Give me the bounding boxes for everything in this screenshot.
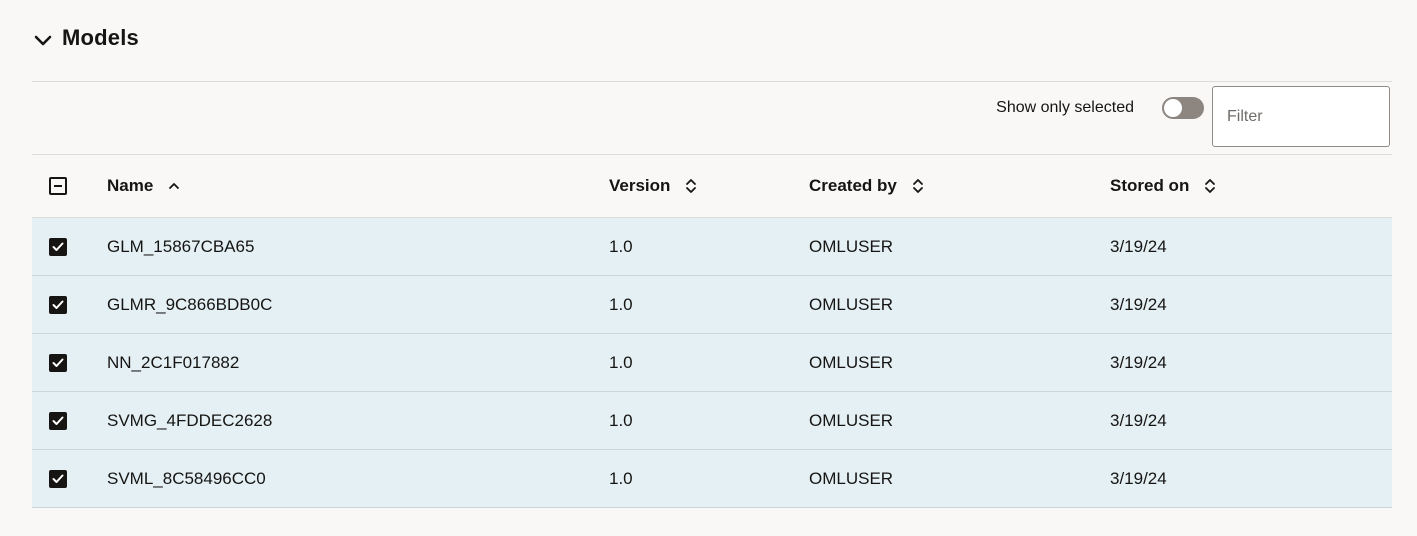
filter-input[interactable] [1212,86,1390,147]
chevron-up-icon [167,176,181,196]
models-table: Name Version Created by Stored on GLM_15… [32,155,1392,508]
sort-up-down-icon [1203,176,1217,196]
sort-up-down-icon [911,176,925,196]
table-row[interactable]: NN_2C1F017882 1.0 OMLUSER 3/19/24 [32,334,1392,392]
cell-version: 1.0 [609,352,633,372]
table-toolbar: Show only selected [32,82,1392,154]
column-header-version[interactable]: Version [609,155,698,217]
row-checkbox[interactable] [49,412,67,430]
table-row[interactable]: SVML_8C58496CC0 1.0 OMLUSER 3/19/24 [32,450,1392,508]
column-header-label: Version [609,176,671,195]
models-panel: Models Show only selected Name V [0,0,1417,536]
checkbox-partial-icon [54,185,62,187]
cell-name: SVMG_4FDDEC2628 [107,410,273,430]
cell-version: 1.0 [609,468,633,488]
chevron-down-icon [32,30,54,52]
table-row[interactable]: GLM_15867CBA65 1.0 OMLUSER 3/19/24 [32,218,1392,276]
checkbox-checked-icon [52,416,64,425]
cell-name: SVML_8C58496CC0 [107,468,266,488]
cell-created-by: OMLUSER [809,410,894,430]
toggle-knob [1164,99,1182,117]
cell-created-by: OMLUSER [809,294,894,314]
column-header-label: Stored on [1110,176,1190,195]
cell-name: GLMR_9C866BDB0C [107,294,273,314]
table-row[interactable]: SVMG_4FDDEC2628 1.0 OMLUSER 3/19/24 [32,392,1392,450]
cell-stored-on: 3/19/24 [1110,294,1167,314]
row-checkbox[interactable] [49,238,67,256]
table-header-row: Name Version Created by Stored on [32,155,1392,218]
show-only-selected-label: Show only selected [996,99,1134,116]
cell-name: GLM_15867CBA65 [107,236,255,256]
checkbox-checked-icon [52,242,64,251]
checkbox-checked-icon [52,300,64,309]
cell-stored-on: 3/19/24 [1110,236,1167,256]
column-header-created-by[interactable]: Created by [809,155,925,217]
cell-name: NN_2C1F017882 [107,352,240,372]
column-header-label: Name [107,176,154,195]
section-title: Models [62,25,139,50]
cell-stored-on: 3/19/24 [1110,468,1167,488]
show-only-selected-toggle[interactable] [1162,97,1204,119]
sort-up-down-icon [684,176,698,196]
cell-version: 1.0 [609,410,633,430]
column-header-label: Created by [809,176,897,195]
cell-stored-on: 3/19/24 [1110,410,1167,430]
cell-created-by: OMLUSER [809,352,894,372]
cell-version: 1.0 [609,294,633,314]
cell-stored-on: 3/19/24 [1110,352,1167,372]
row-checkbox[interactable] [49,354,67,372]
models-section-toggle[interactable]: Models [32,22,139,54]
cell-created-by: OMLUSER [809,236,894,256]
row-checkbox[interactable] [49,470,67,488]
column-header-stored-on[interactable]: Stored on [1110,155,1217,217]
cell-version: 1.0 [609,236,633,256]
column-header-name[interactable]: Name [107,155,181,217]
cell-created-by: OMLUSER [809,468,894,488]
select-all-checkbox[interactable] [49,177,67,195]
checkbox-checked-icon [52,474,64,483]
row-checkbox[interactable] [49,296,67,314]
checkbox-checked-icon [52,358,64,367]
table-row[interactable]: GLMR_9C866BDB0C 1.0 OMLUSER 3/19/24 [32,276,1392,334]
